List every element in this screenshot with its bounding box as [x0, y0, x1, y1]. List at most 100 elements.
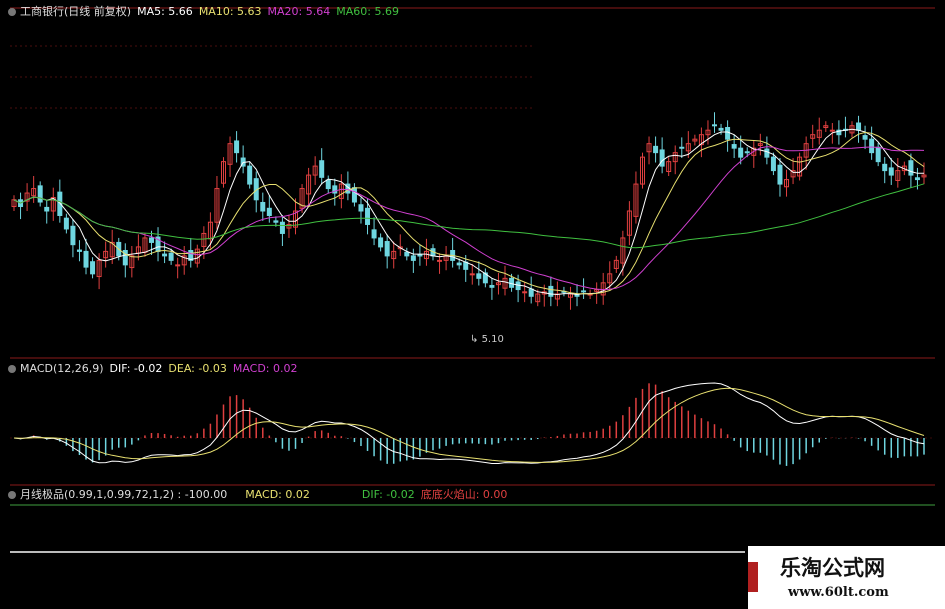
candle: [548, 276, 554, 307]
candle: [37, 181, 43, 207]
volcano-label: 底底火焰山: 0.00: [420, 488, 508, 501]
candle: [450, 237, 456, 268]
candle: [653, 136, 659, 163]
candle: [129, 246, 135, 278]
custom-pane: [10, 504, 935, 553]
candle: [613, 255, 619, 273]
candle: [397, 234, 403, 256]
candle: [50, 187, 56, 221]
candle: [18, 192, 24, 220]
candle: [371, 217, 377, 246]
stock-chart[interactable]: [0, 0, 945, 609]
candle: [384, 234, 390, 269]
candle: [476, 261, 482, 286]
candle: [482, 268, 488, 288]
candle: [856, 115, 862, 143]
candle: [764, 136, 770, 165]
candle: [338, 174, 344, 209]
candle: [751, 140, 757, 168]
candle: [823, 121, 829, 132]
candle: [842, 116, 848, 138]
candle: [11, 195, 17, 211]
candle: [705, 120, 711, 145]
candle: [626, 201, 632, 246]
candle: [600, 272, 606, 305]
main-header: 工商银行(日线 前复权) MA5: 5.66 MA10: 5.63 MA20: 5.6…: [8, 4, 405, 20]
watermark-box: 乐淘公式网 www.60lt.com: [748, 546, 945, 609]
custom-header: 月线极品(0.99,1,0.99,72,1,2) : -100.00 MACD: …: [8, 487, 513, 503]
candle: [797, 152, 803, 181]
candle: [162, 241, 168, 264]
watermark-red-bar: [748, 562, 758, 592]
candle: [63, 213, 69, 234]
candle: [862, 125, 868, 150]
candle: [574, 284, 580, 307]
candle: [142, 233, 148, 257]
candle: [581, 278, 587, 299]
candle: [279, 215, 285, 247]
candle: [895, 158, 901, 188]
candle: [888, 158, 894, 185]
candle: [469, 263, 475, 285]
candle: [495, 272, 501, 295]
candle: [293, 198, 299, 235]
candle: [194, 244, 200, 268]
candle: [443, 246, 449, 271]
ma20-label: MA20: 5.64: [267, 5, 331, 18]
candle: [220, 157, 226, 188]
candle: [70, 219, 76, 258]
candle: [214, 175, 220, 230]
moving-averages: [13, 128, 925, 296]
candle: [692, 134, 698, 146]
candle: [410, 248, 416, 273]
candle: [378, 233, 384, 252]
candle: [358, 197, 364, 224]
chart-title: 工商银行(日线 前复权): [20, 5, 132, 18]
candle: [319, 148, 325, 185]
settings-dot-icon[interactable]: [8, 8, 16, 16]
candle: [351, 183, 357, 207]
candle: [816, 117, 822, 145]
candle: [869, 126, 875, 160]
candle: [391, 241, 397, 269]
candle: [240, 145, 246, 174]
candle: [777, 158, 783, 197]
candle: [227, 136, 233, 177]
candle: [325, 175, 331, 194]
candle: [312, 156, 318, 185]
candle: [247, 161, 253, 189]
candle: [148, 230, 154, 255]
candle: [633, 171, 639, 224]
candle: [810, 124, 816, 149]
candle: [875, 142, 881, 167]
ma5-line: [13, 128, 924, 296]
candle: [175, 257, 181, 279]
custom-dot-icon[interactable]: [8, 491, 16, 499]
candle: [731, 134, 737, 159]
candle: [639, 152, 645, 189]
macd-title: MACD(12,26,9): [20, 362, 104, 375]
ma5-label: MA5: 5.66: [137, 5, 193, 18]
watermark-url: www.60lt.com: [788, 585, 889, 600]
candle: [528, 276, 534, 304]
ma10-label: MA10: 5.63: [198, 5, 262, 18]
candle: [234, 131, 240, 163]
macd-pane: [13, 382, 925, 466]
macd-dot-icon[interactable]: [8, 365, 16, 373]
candle: [672, 145, 678, 175]
candle: [567, 286, 573, 310]
ma10-line: [13, 131, 925, 295]
candle: [423, 238, 429, 266]
candle: [44, 200, 50, 224]
ma60-label: MA60: 5.69: [336, 5, 399, 18]
candle: [784, 169, 790, 197]
dif-label: DIF: -0.02: [109, 362, 163, 375]
candle: [306, 167, 312, 207]
candle: [417, 245, 423, 266]
candle: [489, 278, 495, 300]
candle: [646, 136, 652, 165]
candle: [882, 157, 888, 184]
low-price-annotation: ↳ 5.10: [470, 334, 504, 345]
custom-macd-label: MACD: 0.02: [245, 488, 310, 501]
custom-dif-label: DIF: -0.02: [361, 488, 415, 501]
